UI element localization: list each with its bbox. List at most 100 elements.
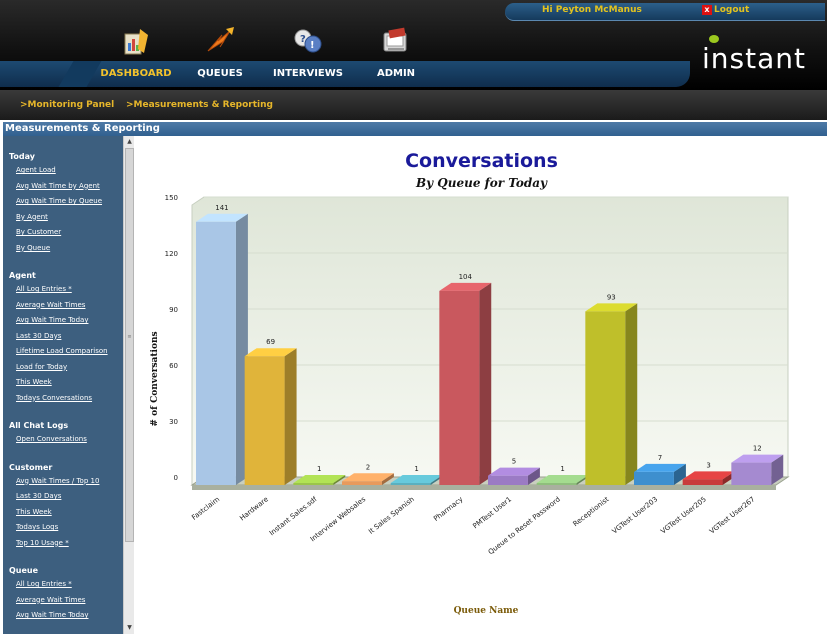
x-tick-label: Receptionist [572,495,611,528]
sidebar-report-link[interactable]: Last 30 Days [16,492,61,500]
bar[interactable] [390,483,431,485]
tab-interviews-label: INTERVIEWS [273,68,343,79]
data-label: 69 [266,338,275,346]
scroll-grip-icon: ≡ [127,334,132,340]
x-tick-label: Fastclaim [190,495,221,522]
sidebar-report-link[interactable]: Avg Wait Time Today [16,611,88,619]
bar[interactable] [244,356,285,485]
data-label: 2 [366,463,370,471]
data-label: 3 [706,461,710,469]
bar[interactable] [293,483,334,485]
bar-side [625,303,638,485]
subnav-measurements-reporting[interactable]: >Measurements & Reporting [126,100,273,110]
data-label: 104 [459,273,473,281]
data-label: 5 [512,458,516,466]
chart-panel: Conversations By Queue for Today 0 30 60 90… [136,136,827,634]
x-tick-label: VGTest User205 [659,495,707,535]
sidebar-report-link[interactable]: Todays Conversations [16,394,92,402]
svg-text:!: ! [310,40,315,51]
sidebar-report-link[interactable]: By Agent [16,213,48,221]
brand-logo: instant [702,32,812,75]
bar[interactable] [342,481,382,485]
sidebar-report-link[interactable]: Avg Wait Time by Queue [16,197,102,205]
sidebar-report-link[interactable]: Avg Wait Time Today [16,316,88,324]
queues-icon [207,27,234,52]
logout-label: Logout [714,5,750,15]
tab-queues[interactable]: QUEUES [176,27,264,87]
sidebar-report-link[interactable]: Last 30 Days [16,332,61,340]
bar-side [479,282,492,485]
sidebar-report-link[interactable]: Avg Wait Times / Top 10 [16,477,99,485]
sidebar-group-title: Agent [9,271,36,280]
user-strip: Hi Peyton McManus x Logout [505,3,825,21]
sidebar-group-title: Queue [9,566,39,575]
x-tick-label: VGTest User203 [611,495,659,535]
sidebar-report-link[interactable]: Top 10 Usage * [16,539,69,547]
top-header: Hi Peyton McManus x Logout instant DASHB… [0,0,827,90]
tab-queues-label: QUEUES [197,68,243,79]
sidebar-report-link[interactable]: All Log Entries * [16,580,72,588]
scrollbar-thumb[interactable] [125,148,134,542]
scroll-up-arrow-icon[interactable]: ▲ [125,137,134,147]
tab-dashboard-label: DASHBOARD [100,68,172,79]
bar-chart: 0 30 60 90 120 150 141 Fastclaim 69 Hardware 1 Inst… [165,194,790,556]
dashboard-icon [124,29,148,55]
logout-icon: x [702,5,712,15]
sidebar-report-link[interactable]: Agent Load [16,166,56,174]
app-window: Hi Peyton McManus x Logout instant DASHB… [0,0,827,634]
sidebar-report-link[interactable]: By Queue [16,244,50,252]
y-tick-label: 30 [169,418,178,426]
sidebar-report-link[interactable]: This Week [16,508,52,516]
sidebar-report-link[interactable]: Average Wait Times [16,301,85,309]
data-label: 1 [317,465,321,473]
sidebar-report-link[interactable]: Lifetime Load Comparison [16,347,108,355]
bar[interactable] [536,483,577,485]
sidebar-report-link[interactable]: By Customer [16,228,61,236]
x-tick-label: It Sales Spanish [367,495,416,536]
data-label: 1 [414,465,418,473]
chart-floor-edge [192,485,776,490]
y-tick-label: 60 [169,362,178,370]
tab-admin-label: ADMIN [376,68,416,79]
sidebar-group-title: All Chat Logs [9,421,69,430]
tab-dashboard[interactable]: DASHBOARD [92,29,180,87]
x-tick-label: PMTest User1 [471,495,513,530]
y-axis-label: # of Conversations [150,331,160,427]
tab-interviews[interactable]: ? ! INTERVIEWS [264,29,352,87]
sub-navigation: >Monitoring Panel >Measurements & Report… [0,90,827,120]
x-tick-label: Instant Sales.sdf [268,495,319,537]
sidebar-report-link[interactable]: Average Wait Times [16,596,85,604]
bar[interactable] [488,475,528,485]
sidebar-group-title: Today [9,152,35,161]
x-tick-label: Hardware [238,495,270,522]
sidebar-report-link[interactable]: Load for Today [16,363,67,371]
sidebar-report-link[interactable]: Todays Logs [16,523,58,531]
tab-admin[interactable]: ADMIN [352,27,440,87]
bar[interactable] [196,221,236,486]
subnav-monitoring-panel[interactable]: >Monitoring Panel [20,100,114,110]
data-label: 1 [560,465,564,473]
data-label: 141 [215,204,228,212]
logout-link[interactable]: x Logout [702,5,749,15]
bar[interactable] [585,311,626,485]
bar[interactable] [634,471,674,485]
sidebar-group-title: Customer [9,462,53,472]
svg-text:?: ? [300,34,306,45]
scroll-down-arrow-icon[interactable]: ▼ [125,623,134,633]
bar-side [284,348,297,485]
y-tick-label: 90 [169,306,178,314]
section-title: Measurements & Reporting [5,123,160,134]
sidebar-scrollbar[interactable]: ▲ ≡ ▼ [123,136,134,634]
brand-name: instant [702,42,806,75]
user-greeting: Hi Peyton McManus [542,5,642,15]
sidebar-report-link[interactable]: This Week [16,378,52,386]
y-tick-label: 150 [165,194,178,202]
sidebar-report-link[interactable]: All Log Entries * [16,285,72,293]
sidebar-report-link[interactable]: Open Conversations [16,435,87,443]
bar[interactable] [439,290,480,485]
bar[interactable] [731,462,772,485]
sidebar-report-link[interactable]: Avg Wait Time by Agent [16,182,100,190]
bar[interactable] [682,479,723,485]
x-tick-label: VGTest User267 [708,495,756,535]
data-label: 7 [658,454,662,462]
